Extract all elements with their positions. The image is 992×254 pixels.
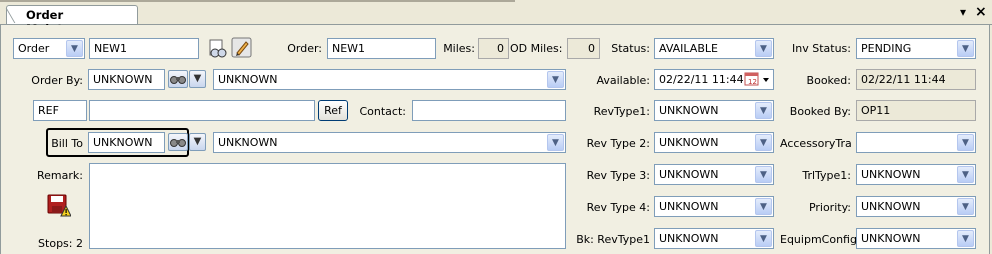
ref-type-field[interactable]: REF: [33, 100, 87, 121]
calendar-icon[interactable]: 12: [744, 72, 772, 86]
dropdown-arrow-icon[interactable]: ▼: [755, 166, 772, 183]
dropdown-arrow-icon[interactable]: ▼: [755, 134, 772, 151]
equip-config-select[interactable]: UNKNOWN ▼: [856, 228, 976, 249]
miles-label: Miles:: [443, 42, 475, 55]
tab-strip: [0, 0, 992, 25]
equip-config-label: EquipmConfig: [780, 233, 857, 246]
order-by-dropdown-icon[interactable]: ▼: [189, 70, 206, 88]
dropdown-arrow-icon[interactable]: ▼: [755, 230, 772, 247]
remark-textarea[interactable]: [89, 163, 566, 249]
dropdown-arrow-icon[interactable]: ▼: [957, 166, 974, 183]
dropdown-arrow-icon[interactable]: ▼: [66, 40, 83, 57]
bill-to-dropdown-icon[interactable]: ▼: [189, 133, 206, 151]
bill-to-name-select[interactable]: UNKNOWN ▼: [213, 132, 566, 153]
bk-revtype1-label: Bk: RevType1: [576, 233, 650, 246]
tab-order-maintenance[interactable]: Order Maintenance: [6, 5, 138, 36]
revtype1-value: UNKNOWN: [659, 104, 719, 117]
rev-type3-select[interactable]: UNKNOWN ▼: [654, 164, 774, 185]
rev-type2-value: UNKNOWN: [659, 136, 719, 149]
binoculars-icon[interactable]: [168, 70, 188, 88]
priority-select[interactable]: UNKNOWN ▼: [856, 196, 976, 217]
order-by-code-field[interactable]: UNKNOWN: [88, 69, 165, 90]
stops-label: Stops: 2: [38, 237, 83, 250]
ref-value-field[interactable]: [89, 100, 315, 121]
rev-type4-label: Rev Type 4:: [586, 201, 650, 214]
booked-field: 02/22/11 11:44: [856, 69, 976, 90]
booked-label: Booked:: [806, 74, 851, 87]
ref-button[interactable]: Ref: [318, 100, 348, 121]
od-miles-field: 0: [567, 38, 600, 59]
rev-type4-select[interactable]: UNKNOWN ▼: [654, 196, 774, 217]
priority-label: Priority:: [808, 201, 851, 214]
order-label: Order:: [287, 42, 322, 55]
bill-to-label: Bill To: [51, 137, 83, 150]
order-type-select[interactable]: Order ▼: [13, 38, 85, 59]
dropdown-arrow-icon[interactable]: ▼: [755, 40, 772, 57]
dropdown-arrow-icon[interactable]: ▼: [957, 134, 974, 151]
bill-to-name-value: UNKNOWN: [218, 136, 278, 149]
order-by-name-select[interactable]: UNKNOWN ▼: [213, 69, 566, 90]
status-select[interactable]: AVAILABLE ▼: [654, 38, 774, 59]
rev-type2-label: Rev Type 2:: [586, 137, 650, 150]
save-warning-icon[interactable]: [47, 194, 71, 218]
rev-type3-value: UNKNOWN: [659, 168, 719, 181]
status-value: AVAILABLE: [659, 42, 718, 55]
available-value: 02/22/11 11:44: [659, 73, 744, 86]
lookup-icon[interactable]: [206, 38, 228, 60]
binoculars-icon[interactable]: [168, 133, 188, 151]
revtype1-label: RevType1:: [593, 105, 650, 118]
rev-type2-select[interactable]: UNKNOWN ▼: [654, 132, 774, 153]
revtype1-select[interactable]: UNKNOWN ▼: [654, 100, 774, 121]
bk-revtype1-select[interactable]: UNKNOWN ▼: [654, 228, 774, 249]
inv-status-label: Inv Status:: [792, 42, 851, 55]
trltype1-select[interactable]: UNKNOWN ▼: [856, 164, 976, 185]
bill-to-code-field[interactable]: UNKNOWN: [88, 132, 165, 153]
dropdown-arrow-icon[interactable]: ▼: [957, 40, 974, 57]
trltype1-label: TrlType1:: [802, 169, 851, 182]
pin-dropdown-icon[interactable]: ▾: [960, 5, 966, 19]
accessory-select[interactable]: ▼: [856, 132, 976, 153]
booked-by-field: OP11: [856, 100, 976, 121]
order-id-input[interactable]: NEW1: [89, 38, 199, 59]
dropdown-arrow-icon[interactable]: ▼: [547, 134, 564, 151]
close-icon[interactable]: ×: [975, 4, 987, 20]
miles-field: 0: [478, 38, 509, 59]
order-type-value: Order: [18, 42, 50, 55]
inv-status-select[interactable]: PENDING ▼: [856, 38, 976, 59]
trltype1-value: UNKNOWN: [861, 168, 921, 181]
edit-pencil-icon[interactable]: [231, 37, 253, 59]
contact-label: Contact:: [359, 105, 406, 118]
status-label: Status:: [611, 42, 650, 55]
bk-revtype1-value: UNKNOWN: [659, 232, 719, 245]
order-by-name-value: UNKNOWN: [218, 73, 278, 86]
rev-type4-value: UNKNOWN: [659, 200, 719, 213]
dropdown-arrow-icon[interactable]: ▼: [547, 71, 564, 88]
rev-type3-label: Rev Type 3:: [586, 169, 650, 182]
dropdown-arrow-icon[interactable]: ▼: [957, 198, 974, 215]
dropdown-arrow-icon[interactable]: ▼: [755, 198, 772, 215]
order-number-field[interactable]: NEW1: [327, 38, 436, 59]
svg-text:12: 12: [748, 78, 757, 86]
accessory-label: AccessoryTra: [780, 137, 852, 150]
booked-by-label: Booked By:: [789, 105, 851, 118]
dropdown-arrow-icon[interactable]: ▼: [755, 102, 772, 119]
tab-strip-divider: [0, 0, 515, 2]
contact-field[interactable]: [412, 100, 566, 121]
inv-status-value: PENDING: [861, 42, 912, 55]
available-label: Available:: [596, 74, 651, 87]
dropdown-arrow-icon[interactable]: ▼: [957, 230, 974, 247]
remark-label: Remark:: [37, 169, 83, 182]
priority-value: UNKNOWN: [861, 200, 921, 213]
equip-config-value: UNKNOWN: [861, 232, 921, 245]
od-miles-label: OD Miles:: [510, 42, 563, 55]
order-by-label: Order By:: [31, 74, 83, 87]
